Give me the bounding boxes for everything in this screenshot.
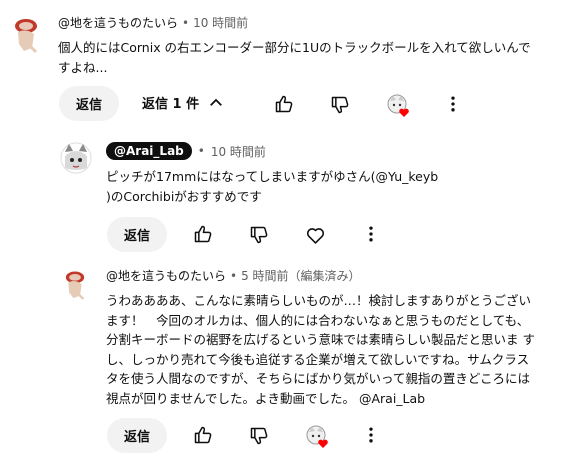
like-button[interactable] (191, 423, 215, 447)
reply-meta: @地を這うものたいら • 5 時間前（編集済み） (106, 269, 361, 283)
thumbs-down-icon (250, 226, 268, 244)
reply-text: ピッチが17mmにはなってしまいますがゆさん(@Yu_keyb )のCorchi… (106, 169, 439, 204)
comment-author[interactable]: @地を這うものたいら (58, 16, 178, 30)
more-options-button[interactable] (359, 222, 383, 246)
more-vert-icon (369, 427, 373, 443)
reply-time[interactable]: 5 時間前（編集済み） (241, 269, 360, 283)
reply-author[interactable]: @地を這うものたいら (106, 269, 226, 283)
more-options-button[interactable] (441, 92, 465, 116)
heart-icon (306, 227, 324, 244)
thumbs-up-icon (194, 426, 212, 444)
thumbs-up-icon (194, 225, 212, 243)
toggle-replies-button[interactable]: 返信 1 件 (142, 93, 225, 112)
chevron-up-icon (210, 98, 222, 106)
reply-text: うわああああ、こんなに素晴らしいものが…！検討しますありがとうござい ます！ 今… (106, 293, 535, 406)
creator-heart-badge (305, 424, 331, 450)
like-button[interactable] (272, 92, 296, 116)
comment-time[interactable]: 10 時間前 (193, 16, 248, 30)
like-button[interactable] (191, 222, 215, 246)
comment-avatar[interactable] (8, 14, 44, 54)
more-vert-icon (451, 96, 455, 112)
heart-button[interactable] (303, 223, 327, 247)
reply-author-badge[interactable]: @Arai_Lab (106, 142, 192, 160)
creator-heart-badge (386, 93, 412, 119)
reply-button[interactable]: 返信 (107, 418, 167, 453)
comment-text: 個人的にはCornix の右エンコーダー部分に1Uのトラックボールを入れて欲しい… (58, 40, 531, 75)
thumbs-down-icon (331, 96, 349, 114)
reply-button[interactable]: 返信 (59, 86, 119, 121)
more-options-button[interactable] (359, 423, 383, 447)
reply-avatar[interactable] (60, 267, 90, 301)
dislike-button[interactable] (247, 223, 271, 247)
thumbs-up-icon (275, 95, 293, 113)
more-vert-icon (369, 226, 373, 242)
thumbs-down-icon (250, 427, 268, 445)
reply-time[interactable]: 10 時間前 (211, 143, 266, 160)
dislike-button[interactable] (328, 93, 352, 117)
reply-avatar[interactable] (60, 142, 92, 174)
comment-meta: @地を這うものたいら • 10 時間前 (58, 16, 249, 30)
reply-meta: @Arai_Lab • 10 時間前 (106, 142, 266, 160)
dislike-button[interactable] (247, 424, 271, 448)
reply-button[interactable]: 返信 (107, 217, 167, 252)
